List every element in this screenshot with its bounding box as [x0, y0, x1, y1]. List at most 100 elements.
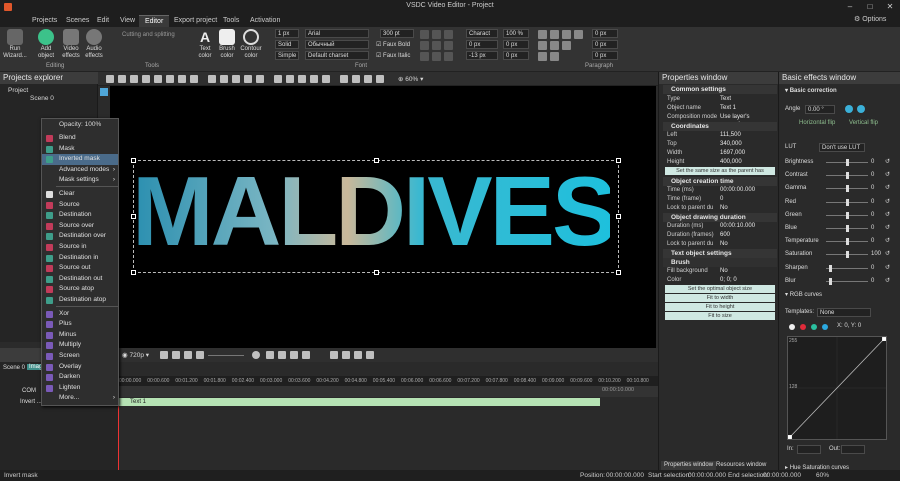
align-justify-icon[interactable]	[574, 30, 583, 39]
channel-all-icon[interactable]	[789, 324, 795, 330]
slider-knob[interactable]	[846, 238, 849, 246]
distribute-h-icon[interactable]	[274, 75, 282, 83]
menu-item-destination-atop[interactable]: Destination atop	[42, 295, 118, 306]
slider-knob[interactable]	[846, 251, 849, 259]
rect-tool-icon[interactable]	[118, 75, 126, 83]
group-icon[interactable]	[352, 75, 360, 83]
close-button[interactable]: ✕	[880, 0, 900, 14]
rewind-icon[interactable]	[278, 351, 286, 359]
valign-bottom-icon[interactable]	[562, 41, 571, 50]
underline-icon[interactable]	[432, 41, 441, 50]
coordinates-section[interactable]: Coordinates	[663, 122, 777, 131]
line-width-select[interactable]: 1 px	[275, 29, 299, 38]
text-color-button[interactable]: A Text color	[196, 29, 214, 60]
bold-icon[interactable]	[420, 41, 429, 50]
slider-knob[interactable]	[846, 185, 849, 193]
run-wizard-button[interactable]: Run Wizard...	[3, 29, 27, 60]
menu-item-source-out[interactable]: Source out	[42, 263, 118, 274]
loop-icon[interactable]	[302, 351, 310, 359]
cursor-tool-icon[interactable]	[106, 75, 114, 83]
order-front-icon[interactable]	[244, 75, 252, 83]
menu-item-destination-over[interactable]: Destination over	[42, 231, 118, 242]
menu-item-inverted-mask[interactable]: Inverted mask	[42, 154, 118, 165]
menu-editor[interactable]: Editor	[139, 15, 170, 27]
superscript-icon[interactable]	[444, 30, 453, 39]
delete-tool-icon[interactable]	[142, 75, 150, 83]
para-c-field[interactable]: 0 px	[592, 51, 618, 60]
preview-tool-icon[interactable]	[100, 88, 108, 96]
channel-blue-icon[interactable]	[822, 324, 828, 330]
bullets-icon[interactable]	[538, 52, 547, 61]
distribute-v-icon[interactable]	[286, 75, 294, 83]
brush-section[interactable]: Brush	[663, 258, 777, 267]
resize-handle[interactable]	[616, 158, 621, 163]
snap-tool-icon[interactable]	[232, 75, 240, 83]
menu-item-source-in[interactable]: Source in	[42, 242, 118, 253]
slider-knob[interactable]	[846, 225, 849, 232]
slider-value[interactable]: 0	[871, 264, 874, 273]
copy-tool-icon[interactable]	[154, 75, 162, 83]
tree-scene[interactable]: Scene 0	[30, 95, 54, 102]
scene-tab[interactable]: Scene 0	[3, 365, 25, 371]
slider-track[interactable]	[826, 185, 868, 193]
timeline-ruler[interactable]: 00:00.000 00:00.600 00:01.200 00:01.800 00:0…	[118, 376, 658, 386]
faux-italic-toggle[interactable]: ☑ Faux Italic	[376, 52, 410, 59]
menu-item-darken[interactable]: Darken	[42, 372, 118, 383]
menu-activation[interactable]: Activation	[244, 15, 286, 27]
prev-frame-icon[interactable]	[172, 351, 180, 359]
zoom-select[interactable]: ⊕ 60% ▾	[398, 75, 423, 83]
slider-value[interactable]: 0	[871, 198, 874, 207]
slider-value[interactable]: 0	[871, 184, 874, 193]
font-size-field[interactable]: 300 pt	[380, 29, 414, 38]
tab-resources[interactable]: Resources window	[713, 461, 769, 470]
menu-item-destination-in[interactable]: Destination in	[42, 253, 118, 264]
menu-export-project[interactable]: Export project	[168, 15, 223, 27]
basic-correction-section[interactable]: ▾ Basic correction	[785, 87, 895, 96]
menu-tools[interactable]: Tools	[217, 15, 245, 27]
channel-green-icon[interactable]	[811, 324, 817, 330]
para-a-field[interactable]: 0 px	[592, 29, 618, 38]
trim-icon[interactable]	[354, 351, 362, 359]
text-clip[interactable]: Text 1	[118, 398, 600, 406]
slider-track[interactable]	[826, 225, 868, 232]
status-zoom[interactable]: 60%	[816, 470, 829, 481]
menu-view[interactable]: View	[114, 15, 141, 27]
valign-middle-icon[interactable]	[550, 41, 559, 50]
menu-item-clear[interactable]: Clear	[42, 189, 118, 200]
menu-item-plus[interactable]: Plus	[42, 319, 118, 330]
menu-item-overlay[interactable]: Overlay	[42, 362, 118, 373]
rotate-right-icon[interactable]	[857, 105, 865, 113]
reset-icon[interactable]: ↺	[885, 158, 890, 167]
font-name-select[interactable]: Arial	[305, 29, 369, 38]
font-style-select[interactable]: Обычный	[305, 40, 369, 49]
slider-knob[interactable]	[829, 277, 833, 285]
charset-select[interactable]: Default charset	[305, 51, 369, 60]
reset-icon[interactable]: ↺	[885, 171, 890, 180]
rotate-tool-icon[interactable]	[178, 75, 186, 83]
resolution-select[interactable]: ◉ 720p ▾	[122, 351, 149, 359]
fast-forward-icon[interactable]	[290, 351, 298, 359]
menu-item-blend[interactable]: Blend	[42, 133, 118, 144]
align-tool-icon[interactable]	[208, 75, 216, 83]
spacing-d-field[interactable]: 0 px	[503, 51, 529, 60]
volume-slider[interactable]	[208, 355, 244, 356]
case-icon[interactable]	[444, 52, 453, 61]
menu-item-source-atop[interactable]: Source atop	[42, 284, 118, 295]
prop-row[interactable]: Color 0; 0; 0	[665, 276, 777, 284]
tree-project[interactable]: Project	[8, 87, 28, 94]
slider-value[interactable]: 0	[871, 158, 874, 167]
prop-row[interactable]: Height 400,000	[665, 158, 777, 166]
strike-icon[interactable]	[432, 52, 441, 61]
slider-track[interactable]	[826, 238, 868, 246]
spacing-b-field[interactable]: 0 px	[466, 40, 498, 49]
charact-select[interactable]: Charact	[466, 29, 498, 38]
menu-item-destination-out[interactable]: Destination out	[42, 274, 118, 285]
ungroup-icon[interactable]	[364, 75, 372, 83]
menu-item-destination[interactable]: Destination	[42, 210, 118, 221]
text-object-section[interactable]: Text object settings	[663, 249, 777, 258]
font-size-down-icon[interactable]	[432, 30, 441, 39]
slider-value[interactable]: 100	[871, 250, 881, 259]
reset-icon[interactable]: ↺	[885, 211, 890, 220]
optimal-size-button[interactable]: Set the optimal object size	[665, 285, 775, 293]
slider-track[interactable]	[826, 211, 868, 219]
